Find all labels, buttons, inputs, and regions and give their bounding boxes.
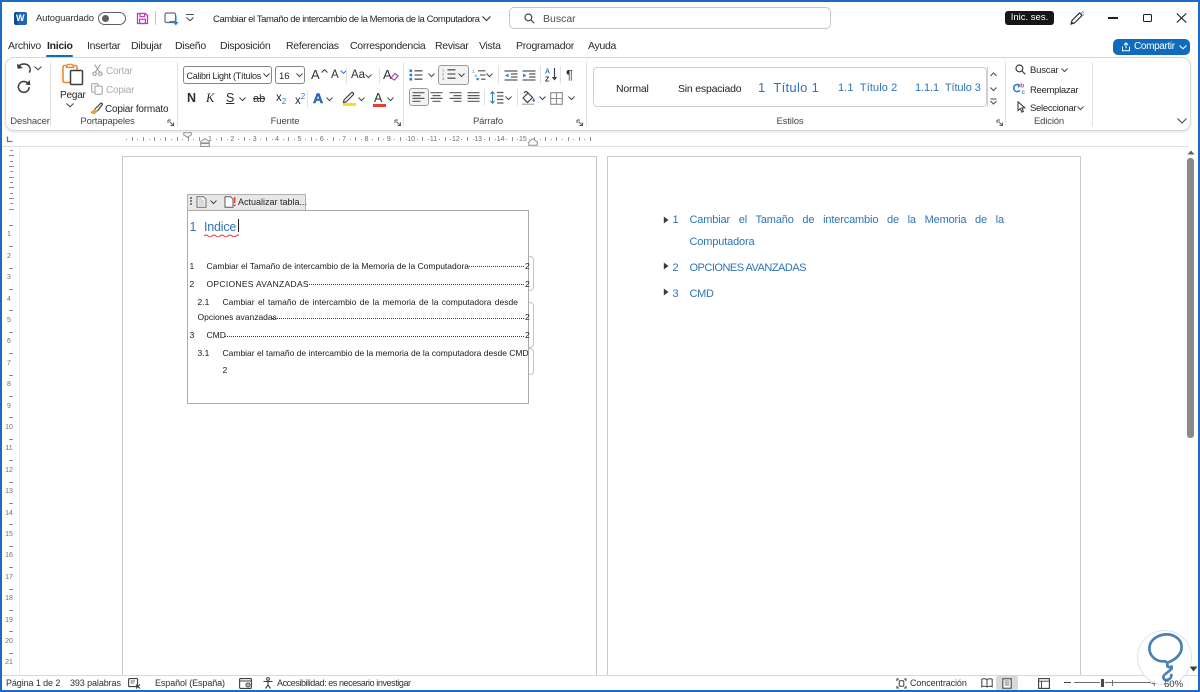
svg-text:c: c (1022, 90, 1026, 95)
svg-text:3: 3 (442, 76, 445, 80)
svg-text:A: A (545, 69, 550, 76)
svg-text:b: b (1020, 83, 1024, 90)
svg-text:Z: Z (545, 77, 550, 83)
svg-text:a: a (475, 73, 478, 78)
